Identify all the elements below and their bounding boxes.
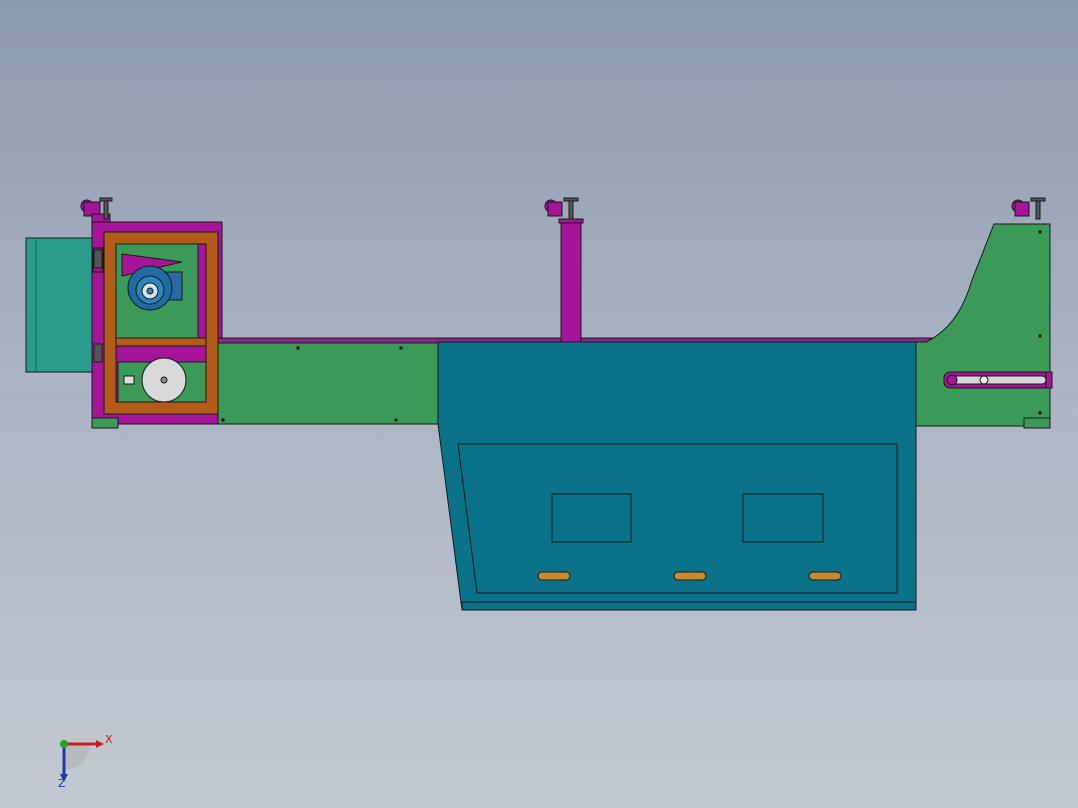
- caster-wheel[interactable]: [544, 199, 563, 217]
- leveling-foot[interactable]: [1030, 197, 1046, 220]
- end-bracket[interactable]: [913, 223, 1053, 429]
- inspection-window-right: [742, 493, 824, 543]
- coolant-tank[interactable]: [437, 341, 917, 611]
- cad-model[interactable]: [0, 0, 1078, 808]
- reference-triad[interactable]: X Z: [50, 728, 120, 790]
- inspection-window-left: [551, 493, 632, 543]
- drain-slot-center: [673, 571, 707, 581]
- x-axis-label: X: [105, 733, 113, 746]
- caster-wheel[interactable]: [1011, 199, 1030, 217]
- drain-slot-right: [808, 571, 842, 581]
- graphics-viewport[interactable]: X Z: [0, 0, 1078, 808]
- support-column[interactable]: [558, 218, 584, 343]
- base-frame[interactable]: [217, 341, 441, 425]
- leveling-foot[interactable]: [563, 197, 579, 220]
- control-box[interactable]: [25, 237, 95, 373]
- drain-slot-left: [537, 571, 571, 581]
- z-axis-label: Z: [58, 777, 66, 790]
